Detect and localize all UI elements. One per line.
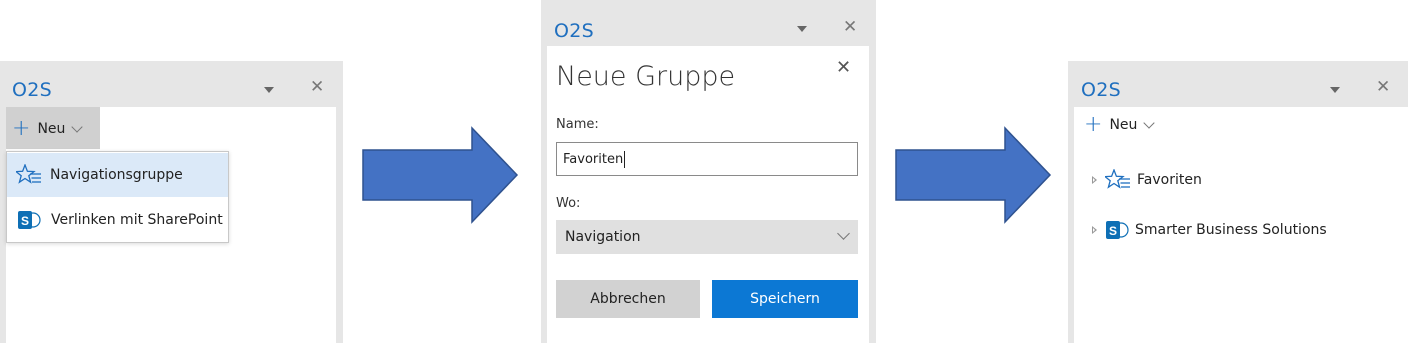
pane-title: O2S xyxy=(12,79,53,101)
pane-close-icon[interactable]: ✕ xyxy=(843,19,857,36)
new-button-label: Neu xyxy=(1109,117,1138,133)
task-pane-step3: O2S ✕ + Neu Favoriten S Smarter Business… xyxy=(1068,61,1408,343)
flow-arrow-right-icon xyxy=(362,126,519,224)
save-button[interactable]: Speichern xyxy=(712,280,858,318)
plus-icon: + xyxy=(12,116,31,141)
pane-close-icon[interactable]: ✕ xyxy=(310,79,324,96)
pane-options-dropdown-icon[interactable] xyxy=(264,87,274,93)
chevron-down-icon xyxy=(837,227,850,240)
where-label: Wo: xyxy=(556,196,581,211)
pane-options-dropdown-icon[interactable] xyxy=(797,26,807,32)
dialog-heading: Neue Gruppe xyxy=(556,61,736,92)
new-button[interactable]: + Neu xyxy=(12,116,84,141)
flow-arrow-right-icon xyxy=(895,126,1052,224)
new-button-label: Neu xyxy=(37,121,66,137)
dialog-close-icon[interactable]: ✕ xyxy=(836,59,851,77)
star-list-icon xyxy=(1105,169,1131,191)
plus-icon: + xyxy=(1084,112,1103,137)
new-menu: Navigationsgruppe S Verlinken mit ShareP… xyxy=(6,151,229,243)
menu-item-verlinken-sharepoint[interactable]: S Verlinken mit SharePoint xyxy=(7,198,228,242)
star-list-icon xyxy=(16,164,42,186)
name-label: Name: xyxy=(556,117,599,132)
tree-item-label: Smarter Business Solutions xyxy=(1135,222,1327,238)
cancel-button[interactable]: Abbrechen xyxy=(556,280,700,318)
new-button[interactable]: + Neu xyxy=(1084,112,1156,137)
menu-item-navigationsgruppe[interactable]: Navigationsgruppe xyxy=(7,153,228,197)
where-select-value: Navigation xyxy=(565,229,641,245)
pane-close-icon[interactable]: ✕ xyxy=(1376,79,1390,96)
task-pane-step1: O2S ✕ + Neu Navigationsgruppe S Verlinke… xyxy=(0,61,343,343)
sharepoint-icon: S xyxy=(17,209,41,231)
tree-item-label: Favoriten xyxy=(1137,172,1202,188)
where-select[interactable]: Navigation xyxy=(556,220,858,254)
sharepoint-icon: S xyxy=(1105,219,1129,241)
expand-triangle-icon[interactable] xyxy=(1092,176,1097,184)
pane-title: O2S xyxy=(554,20,595,42)
tree-item-smarter-business-solutions[interactable]: S Smarter Business Solutions xyxy=(1092,219,1327,241)
pane-options-dropdown-icon[interactable] xyxy=(1330,87,1340,93)
chevron-down-icon xyxy=(1143,116,1156,129)
name-input[interactable]: Favoriten xyxy=(556,142,858,176)
svg-text:S: S xyxy=(21,214,29,228)
expand-triangle-icon[interactable] xyxy=(1092,226,1097,234)
text-caret xyxy=(624,150,626,168)
chevron-down-icon xyxy=(71,120,84,133)
pane-title: O2S xyxy=(1081,79,1122,101)
menu-item-label: Navigationsgruppe xyxy=(50,167,183,183)
name-input-value: Favoriten xyxy=(563,151,624,167)
tree-item-favoriten[interactable]: Favoriten xyxy=(1092,169,1202,191)
menu-item-label: Verlinken mit SharePoint xyxy=(51,212,223,228)
svg-text:S: S xyxy=(1109,224,1117,238)
task-pane-step2: O2S ✕ Neue Gruppe ✕ Name: Favoriten Wo: … xyxy=(541,0,876,343)
